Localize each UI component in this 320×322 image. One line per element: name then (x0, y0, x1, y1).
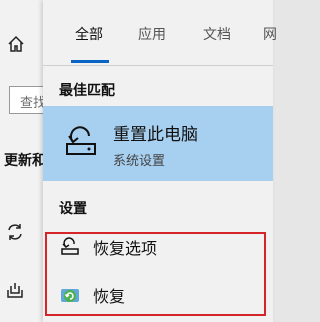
tab-apps[interactable]: 应用 (138, 24, 166, 44)
result-recovery-options[interactable]: 恢复选项 (43, 226, 273, 266)
home-icon[interactable] (6, 34, 26, 54)
best-match-subtitle: 系统设置 (113, 154, 166, 169)
best-match-result[interactable]: 重置此电脑 系统设置 (43, 106, 273, 181)
search-filter-tabs: 全部 应用 文档 网 (43, 0, 277, 66)
recovery-icon[interactable] (5, 280, 25, 300)
best-match-heading: 最佳匹配 (59, 83, 115, 99)
settings-search-input[interactable]: 查找 (9, 86, 43, 114)
search-results-panel: 全部 应用 文档 网 最佳匹配 重置此电脑 系统设置 设置 恢复选项 恢复 (43, 0, 277, 322)
tab-web[interactable]: 网 (263, 24, 277, 44)
tab-all[interactable]: 全部 (75, 24, 103, 44)
active-tab-indicator (71, 60, 109, 63)
recovery-options-icon (61, 237, 79, 255)
recovery-label: 恢复 (93, 287, 126, 306)
result-recovery[interactable]: 恢复 (43, 274, 273, 314)
best-match-title: 重置此电脑 (113, 125, 198, 145)
settings-heading: 设置 (59, 201, 87, 217)
tabs-divider (43, 65, 273, 66)
recovery-green-icon (61, 289, 79, 302)
windows-update-icon[interactable] (5, 222, 25, 242)
reset-pc-icon (66, 126, 96, 155)
background-settings-window: 查找 更新和 (0, 0, 43, 322)
tab-documents[interactable]: 文档 (203, 24, 231, 44)
settings-section-heading: 更新和 (4, 153, 43, 169)
recovery-options-label: 恢复选项 (93, 239, 158, 258)
